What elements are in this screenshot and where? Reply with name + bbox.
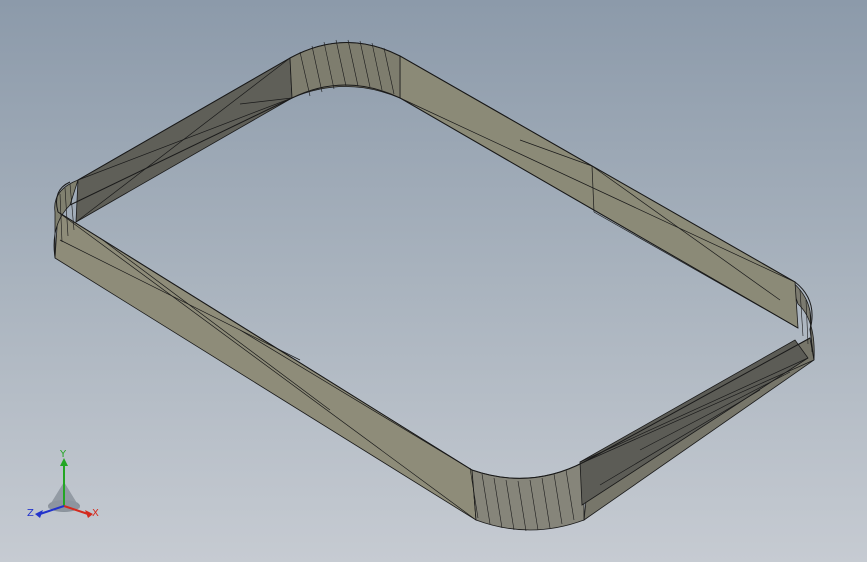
triad-z-label: Z	[27, 508, 34, 519]
view-orientation-triad[interactable]: Y X Z	[22, 448, 108, 524]
triad-y-label: Y	[59, 449, 67, 460]
part-model[interactable]	[0, 0, 867, 562]
front-corner-face	[471, 461, 585, 531]
graphics-viewport[interactable]: Y X Z	[0, 0, 867, 562]
triad-x-label: X	[92, 508, 99, 519]
front-right-inner-face	[579, 339, 809, 506]
back-right-inner-face	[399, 55, 799, 329]
